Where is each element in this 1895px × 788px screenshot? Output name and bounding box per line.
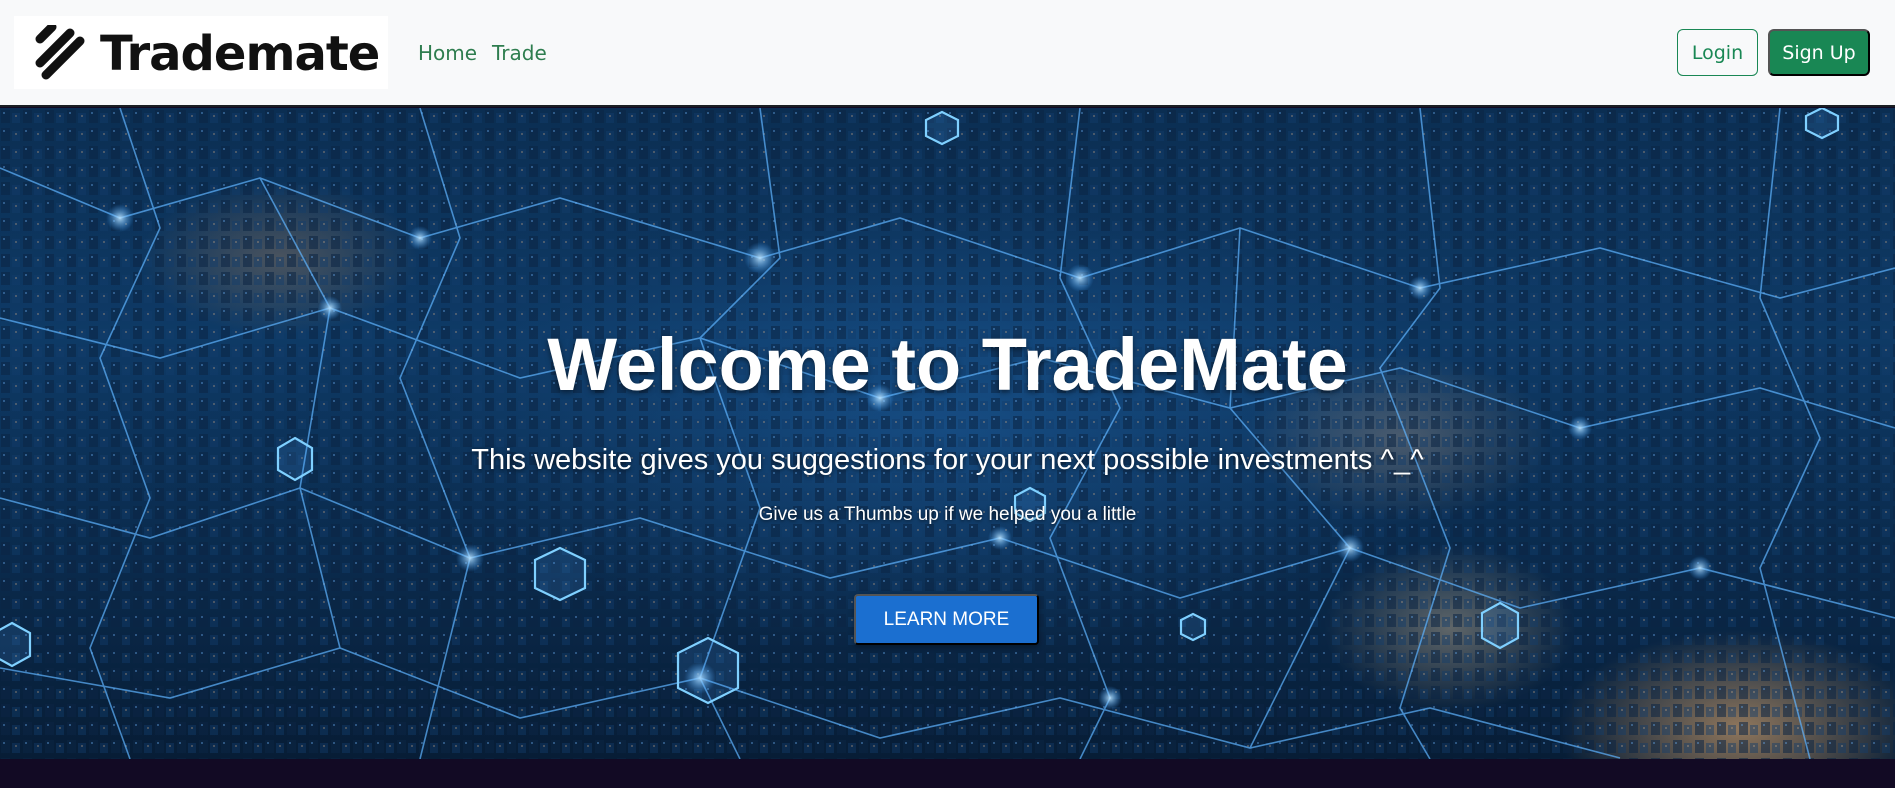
hero-title: Welcome to TradeMate [547,323,1348,406]
hero-content: Welcome to TradeMate This website gives … [0,108,1895,759]
signup-button[interactable]: Sign Up [1768,29,1870,76]
brand-name: Trademate [100,26,380,82]
navbar: Trademate Home Trade Login Sign Up [0,0,1895,107]
learn-more-button[interactable]: LEARN MORE [854,594,1039,645]
login-button[interactable]: Login [1677,29,1758,76]
footer-strip [0,759,1895,788]
hero-subtitle: This website gives you suggestions for y… [471,444,1424,476]
brand-logo[interactable]: Trademate [14,16,388,89]
nav-link-trade[interactable]: Trade [492,40,547,66]
trademate-slashes-logo-icon [35,25,85,80]
hero-banner: Welcome to TradeMate This website gives … [0,108,1895,759]
hero-tagline: Give us a Thumbs up if we helped you a l… [758,504,1137,525]
nav-link-home[interactable]: Home [418,40,477,66]
